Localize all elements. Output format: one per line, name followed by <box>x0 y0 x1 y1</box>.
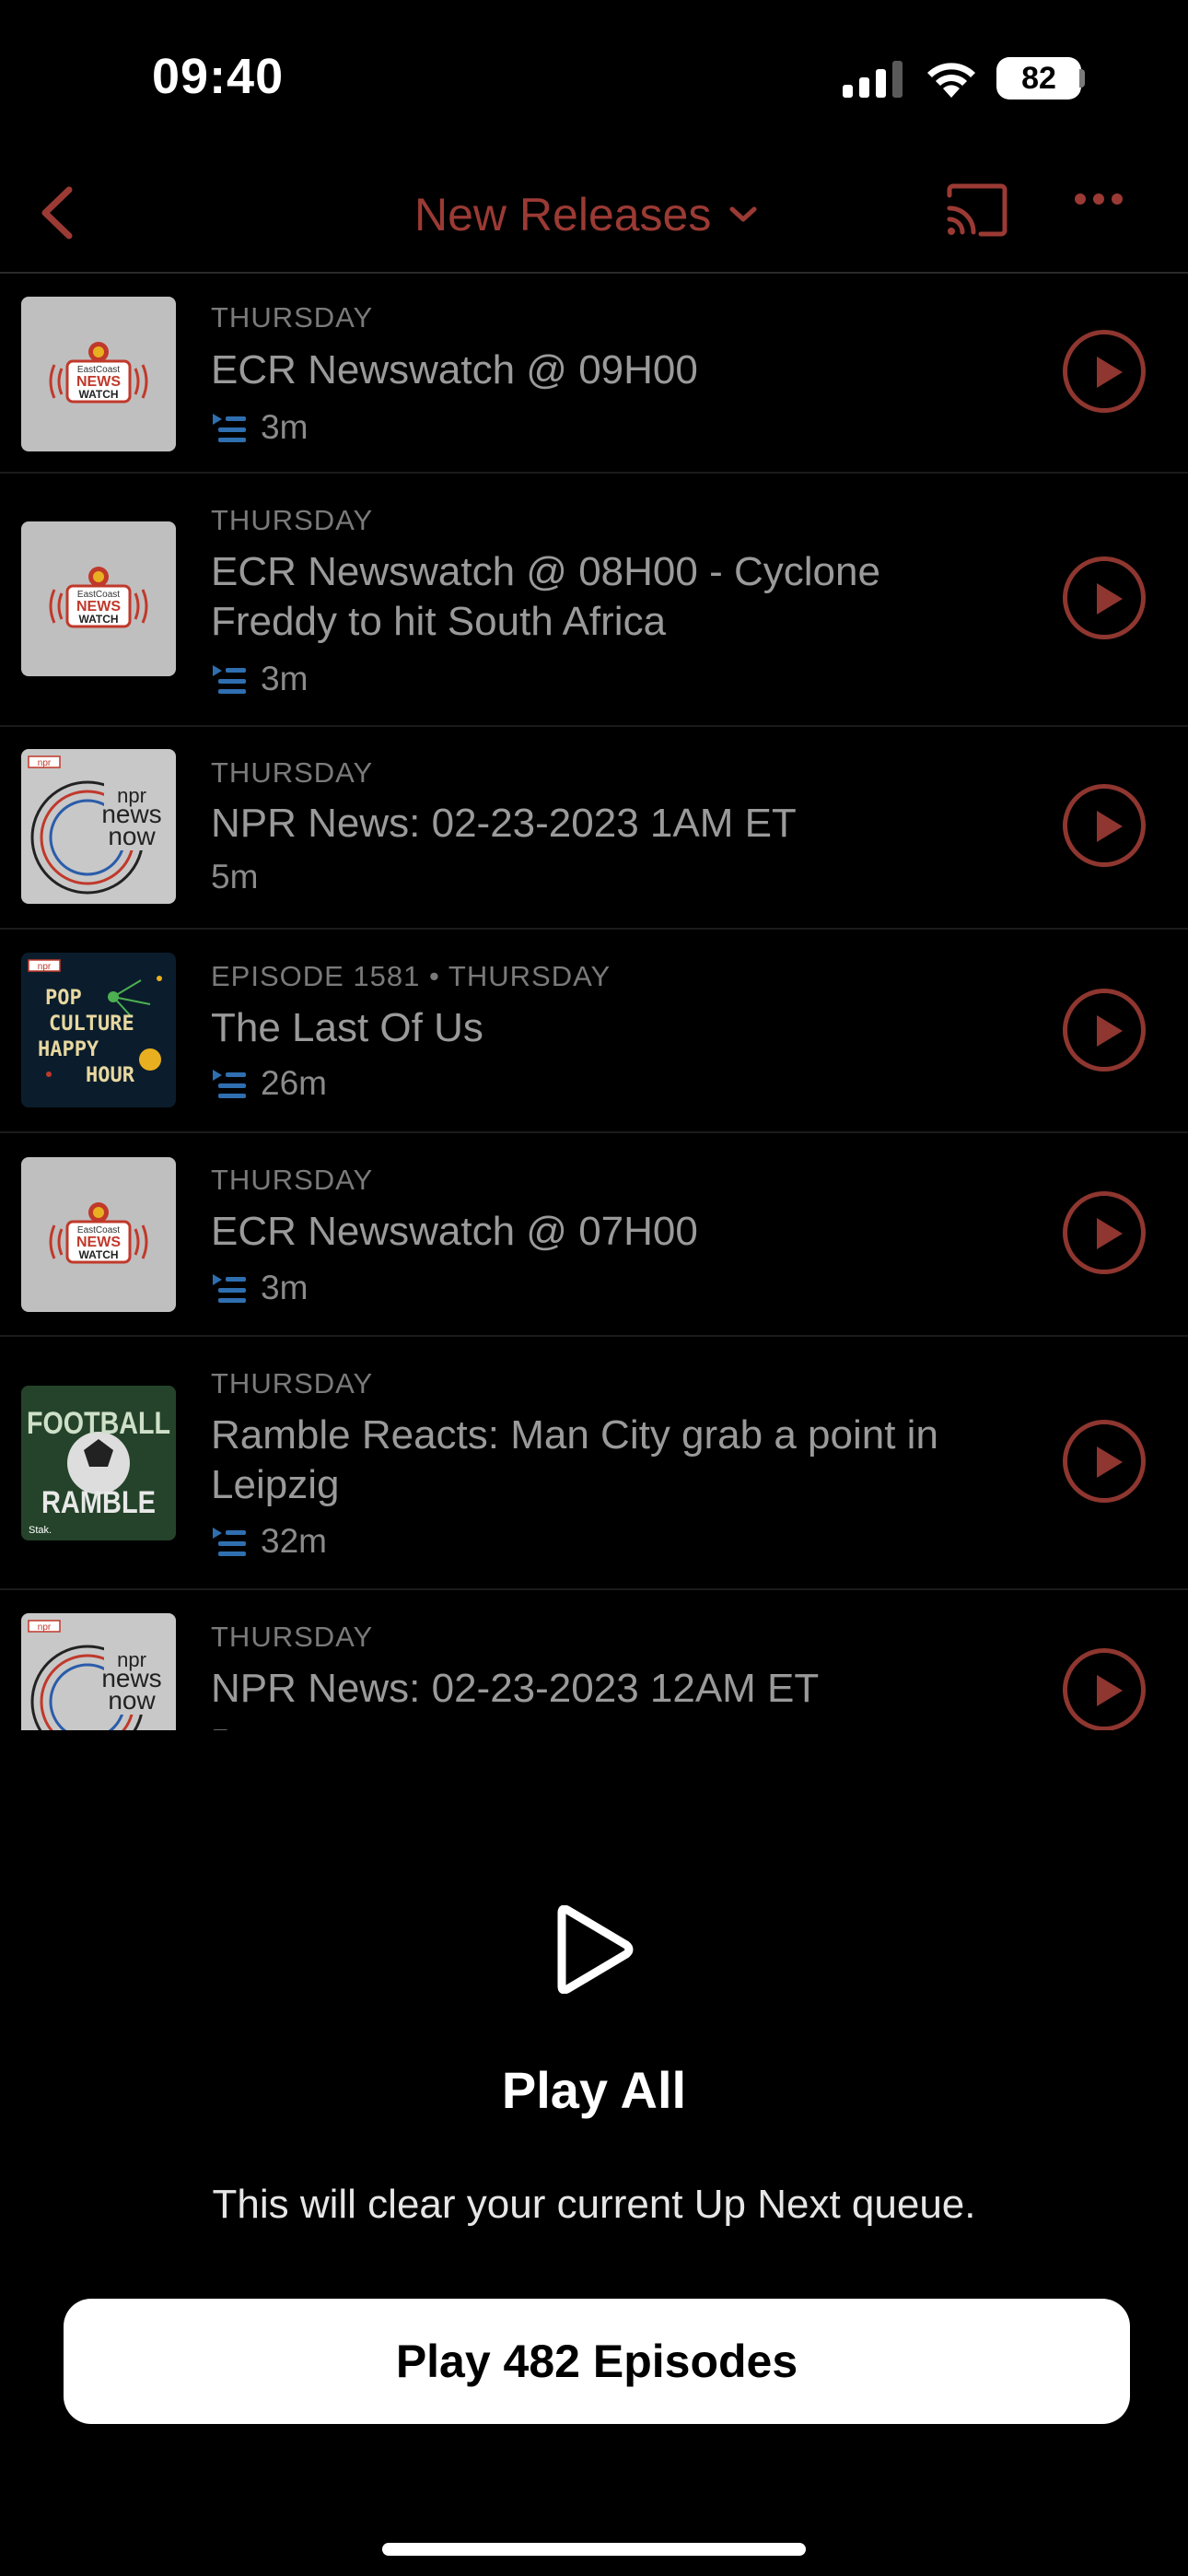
podcast-artwork-football-ramble: FOOTBALL RAMBLE Stak. <box>21 1386 176 1540</box>
play-icon <box>1097 583 1123 615</box>
play-all-sheet: Play All This will clear your current Up… <box>0 1730 1188 2576</box>
nav-title-dropdown[interactable]: New Releases <box>414 182 757 247</box>
duration-text: 5m <box>211 1723 258 1730</box>
episode-row[interactable]: npr POP CULTURE HAPPY HOUR EPISODE 1581 … <box>0 930 1188 1133</box>
episode-day: THURSDAY <box>211 756 374 789</box>
episode-title: ECR Newswatch @ 09H00 <box>211 347 698 392</box>
play-all-episodes-button[interactable]: Play 482 Episodes <box>64 2299 1130 2424</box>
episode-row[interactable]: FOOTBALL RAMBLE Stak. THURSDAY Ramble Re… <box>0 1337 1188 1590</box>
podcast-artwork-ecr: EastCoast NEWS WATCH <box>21 297 176 451</box>
play-episode-button[interactable] <box>1063 1191 1146 1274</box>
battery-level: 82 <box>996 57 1081 100</box>
play-icon <box>1097 1446 1123 1478</box>
cellular-signal-icon <box>843 61 903 98</box>
episode-duration: 26m <box>211 1064 327 1103</box>
episode-day: THURSDAY <box>211 1621 374 1653</box>
play-icon <box>1097 1015 1123 1047</box>
episode-row[interactable]: EastCoast NEWS WATCH THURSDAY ECR Newswa… <box>0 474 1188 727</box>
queue-list-icon <box>213 1070 246 1098</box>
play-episode-button[interactable] <box>1063 556 1146 639</box>
chevron-down-icon <box>729 206 757 222</box>
duration-text: 3m <box>261 408 309 446</box>
duration-text: 26m <box>261 1064 327 1102</box>
episode-duration: 3m <box>211 660 308 698</box>
episode-title: ECR Newswatch @ 08H00 - Cyclone Freddy t… <box>211 549 880 644</box>
episode-title: NPR News: 02-23-2023 12AM ET <box>211 1666 820 1711</box>
svg-text:HAPPY: HAPPY <box>38 1038 99 1061</box>
episode-row[interactable]: npr npr news now THURSDAY NPR News: 02-2… <box>0 727 1188 930</box>
svg-text:Stak.: Stak. <box>29 1525 52 1536</box>
play-episode-button[interactable] <box>1063 784 1146 867</box>
play-icon <box>1097 1218 1123 1249</box>
sheet-subtitle: This will clear your current Up Next que… <box>212 2182 976 2227</box>
queue-list-icon <box>213 665 246 694</box>
svg-text:WATCH: WATCH <box>78 1248 118 1261</box>
episode-title: NPR News: 02-23-2023 1AM ET <box>211 801 797 846</box>
home-indicator[interactable] <box>382 2543 806 2556</box>
cast-icon[interactable] <box>944 182 1010 238</box>
episode-duration: 5m <box>211 858 258 896</box>
play-episode-button[interactable] <box>1063 1420 1146 1503</box>
episode-duration: 32m <box>211 1522 327 1561</box>
episode-day: THURSDAY <box>211 1164 374 1196</box>
queue-list-icon <box>213 414 246 442</box>
play-icon <box>557 1905 634 1994</box>
svg-text:npr: npr <box>38 962 52 972</box>
episode-title: The Last Of Us <box>211 1005 483 1050</box>
svg-text:npr: npr <box>38 758 52 768</box>
svg-text:now: now <box>108 1686 156 1715</box>
episode-duration: 5m <box>211 1723 258 1730</box>
nav-title: New Releases <box>414 189 712 240</box>
podcast-artwork-ecr: EastCoast NEWS WATCH <box>21 521 176 676</box>
episode-day: THURSDAY <box>211 301 374 334</box>
more-options-icon[interactable] <box>1073 192 1124 206</box>
duration-text: 5m <box>211 858 259 896</box>
episode-list: EastCoast NEWS WATCH THURSDAY ECR Newswa… <box>0 272 1188 1730</box>
svg-text:CULTURE: CULTURE <box>49 1013 134 1036</box>
podcast-artwork-npr: npr npr news now <box>21 749 176 904</box>
svg-text:FOOTBALL: FOOTBALL <box>27 1406 170 1441</box>
podcast-artwork-pop-culture: npr POP CULTURE HAPPY HOUR <box>21 953 176 1107</box>
duration-text: 32m <box>261 1522 327 1560</box>
episode-title: Ramble Reacts: Man City grab a point in … <box>211 1412 938 1507</box>
svg-text:WATCH: WATCH <box>78 613 118 626</box>
wifi-icon <box>927 63 975 98</box>
back-chevron-icon[interactable] <box>32 182 87 243</box>
sheet-title: Play All <box>501 2061 687 2119</box>
svg-text:now: now <box>108 822 156 850</box>
play-icon <box>1097 1675 1123 1706</box>
play-episode-button[interactable] <box>1063 989 1146 1071</box>
svg-text:POP: POP <box>45 987 82 1010</box>
svg-text:RAMBLE: RAMBLE <box>41 1485 156 1520</box>
battery-tip <box>1079 69 1085 88</box>
episode-row[interactable]: npr npr news now THURSDAY NPR News: 02-2… <box>0 1590 1188 1730</box>
duration-text: 3m <box>261 660 309 697</box>
episode-duration: 3m <box>211 1269 308 1307</box>
episode-duration: 3m <box>211 408 308 447</box>
podcast-artwork-ecr: EastCoast NEWS WATCH <box>21 1157 176 1312</box>
play-icon <box>1097 357 1123 388</box>
episode-day: THURSDAY <box>211 504 374 536</box>
status-bar: 09:40 82 <box>0 0 1188 157</box>
play-episode-button[interactable] <box>1063 330 1146 413</box>
nav-bar: New Releases <box>0 157 1188 274</box>
queue-list-icon <box>213 1528 246 1556</box>
duration-text: 3m <box>261 1269 309 1306</box>
episode-day: EPISODE 1581 • THURSDAY <box>211 960 611 992</box>
episode-row[interactable]: EastCoast NEWS WATCH THURSDAY ECR Newswa… <box>0 1133 1188 1337</box>
queue-list-icon <box>213 1274 246 1303</box>
episode-title: ECR Newswatch @ 07H00 <box>211 1209 698 1254</box>
status-time: 09:40 <box>152 49 285 104</box>
episode-row[interactable]: EastCoast NEWS WATCH THURSDAY ECR Newswa… <box>0 272 1188 474</box>
svg-text:WATCH: WATCH <box>78 388 118 401</box>
podcast-artwork-npr: npr npr news now <box>21 1613 176 1730</box>
play-icon <box>1097 811 1123 842</box>
svg-text:npr: npr <box>38 1622 52 1633</box>
play-episode-button[interactable] <box>1063 1648 1146 1730</box>
episode-day: THURSDAY <box>211 1367 374 1399</box>
svg-text:HOUR: HOUR <box>86 1064 135 1087</box>
